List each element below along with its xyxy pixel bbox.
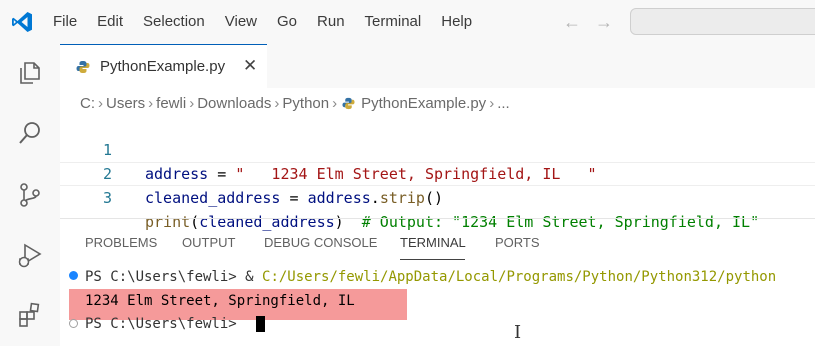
code-line-2: 2 cleaned_address = address.strip() [60, 138, 443, 207]
explorer-icon[interactable] [16, 59, 44, 87]
active-tab-indicator [400, 259, 465, 260]
menu-help[interactable]: Help [431, 0, 482, 44]
code-editor[interactable]: 1 address = " 1234 Elm Street, Springfie… [60, 114, 815, 231]
back-arrow-icon[interactable]: ← [563, 12, 581, 33]
breadcrumb-drive[interactable]: C: [80, 95, 95, 112]
extensions-icon[interactable] [16, 301, 44, 329]
ibeam-cursor-icon: I [514, 322, 522, 343]
menu-edit[interactable]: Edit [87, 0, 133, 44]
chevron-right-icon: › [189, 94, 195, 112]
code-token: address [145, 165, 209, 183]
breadcrumb-python[interactable]: Python [282, 95, 329, 112]
activity-bar [0, 44, 60, 346]
code-token: address [307, 189, 371, 207]
close-icon[interactable]: ✕ [243, 56, 257, 76]
search-icon[interactable] [16, 119, 44, 147]
source-control-icon[interactable] [16, 181, 44, 209]
code-token: () [424, 189, 444, 207]
forward-arrow-icon[interactable]: → [595, 12, 613, 33]
tab-ports[interactable]: PORTS [495, 235, 540, 250]
tab-problems[interactable]: PROBLEMS [85, 235, 157, 250]
run-debug-icon[interactable] [16, 241, 44, 269]
menu-selection[interactable]: Selection [133, 0, 215, 44]
breadcrumb: C: › Users › fewli › Downloads › Python … [80, 93, 510, 113]
menu-file[interactable]: File [43, 0, 87, 44]
breadcrumb-downloads[interactable]: Downloads [197, 95, 271, 112]
code-token: = [208, 165, 236, 183]
python-file-icon [342, 97, 355, 109]
chevron-right-icon: › [489, 94, 495, 112]
tab-debug-console[interactable]: DEBUG CONSOLE [264, 235, 377, 250]
panel-tab-bar: PROBLEMS OUTPUT DEBUG CONSOLE TERMINAL P… [60, 219, 815, 259]
vscode-logo-icon [12, 12, 32, 32]
code-token: . [370, 189, 380, 207]
code-token: strip [379, 189, 425, 207]
terminal-cursor [256, 316, 265, 332]
code-line-1: 1 address = " 1234 Elm Street, Springfie… [60, 114, 597, 183]
line-number: 3 [102, 189, 112, 207]
menu-terminal[interactable]: Terminal [355, 0, 432, 44]
terminal-command-path: C:/Users/fewli/AppData/Local/Programs/Py… [262, 269, 777, 285]
menu-run[interactable]: Run [307, 0, 355, 44]
breadcrumb-symbols[interactable]: ... [497, 95, 510, 112]
terminal-line-3: PS C:\Users\fewli> [85, 313, 245, 335]
menu-view[interactable]: View [215, 0, 267, 44]
terminal-prompt: PS C:\Users\fewli> [85, 316, 246, 332]
chevron-right-icon: › [332, 94, 338, 112]
title-bar: File Edit Selection View Go Run Terminal… [0, 0, 815, 44]
python-file-icon [76, 61, 90, 73]
breadcrumb-fewli[interactable]: fewli [156, 95, 186, 112]
breadcrumb-file[interactable]: PythonExample.py [361, 95, 486, 112]
menu-go[interactable]: Go [267, 0, 307, 44]
command-success-dot-icon[interactable] [69, 271, 78, 280]
command-center-search[interactable] [630, 8, 815, 35]
tab-python-example[interactable]: PythonExample.py ✕ [60, 44, 267, 88]
tab-output[interactable]: OUTPUT [182, 235, 235, 250]
code-token: cleaned_address [145, 189, 281, 207]
tab-terminal[interactable]: TERMINAL [400, 235, 466, 250]
editor-tab-bar: PythonExample.py ✕ [60, 44, 815, 88]
code-line-3: 3 print(cleaned_address) # Output: "1234… [60, 162, 759, 231]
chevron-right-icon: › [98, 94, 103, 112]
chevron-right-icon: › [148, 94, 154, 112]
chevron-right-icon: › [274, 94, 280, 112]
code-token: " 1234 Elm Street, Springfield, IL " [235, 165, 597, 183]
tab-label: PythonExample.py [100, 58, 226, 75]
terminal-prompt: PS C:\Users\fewli> & [85, 269, 263, 285]
menu-bar: File Edit Selection View Go Run Terminal… [43, 0, 482, 44]
command-pending-dot-icon[interactable] [69, 319, 78, 328]
code-token: = [280, 189, 308, 207]
breadcrumb-users[interactable]: Users [106, 95, 145, 112]
terminal-output: 1234 Elm Street, Springfield, IL [85, 293, 355, 309]
terminal-line-1: PS C:\Users\fewli> & C:/Users/fewli/AppD… [85, 266, 776, 288]
